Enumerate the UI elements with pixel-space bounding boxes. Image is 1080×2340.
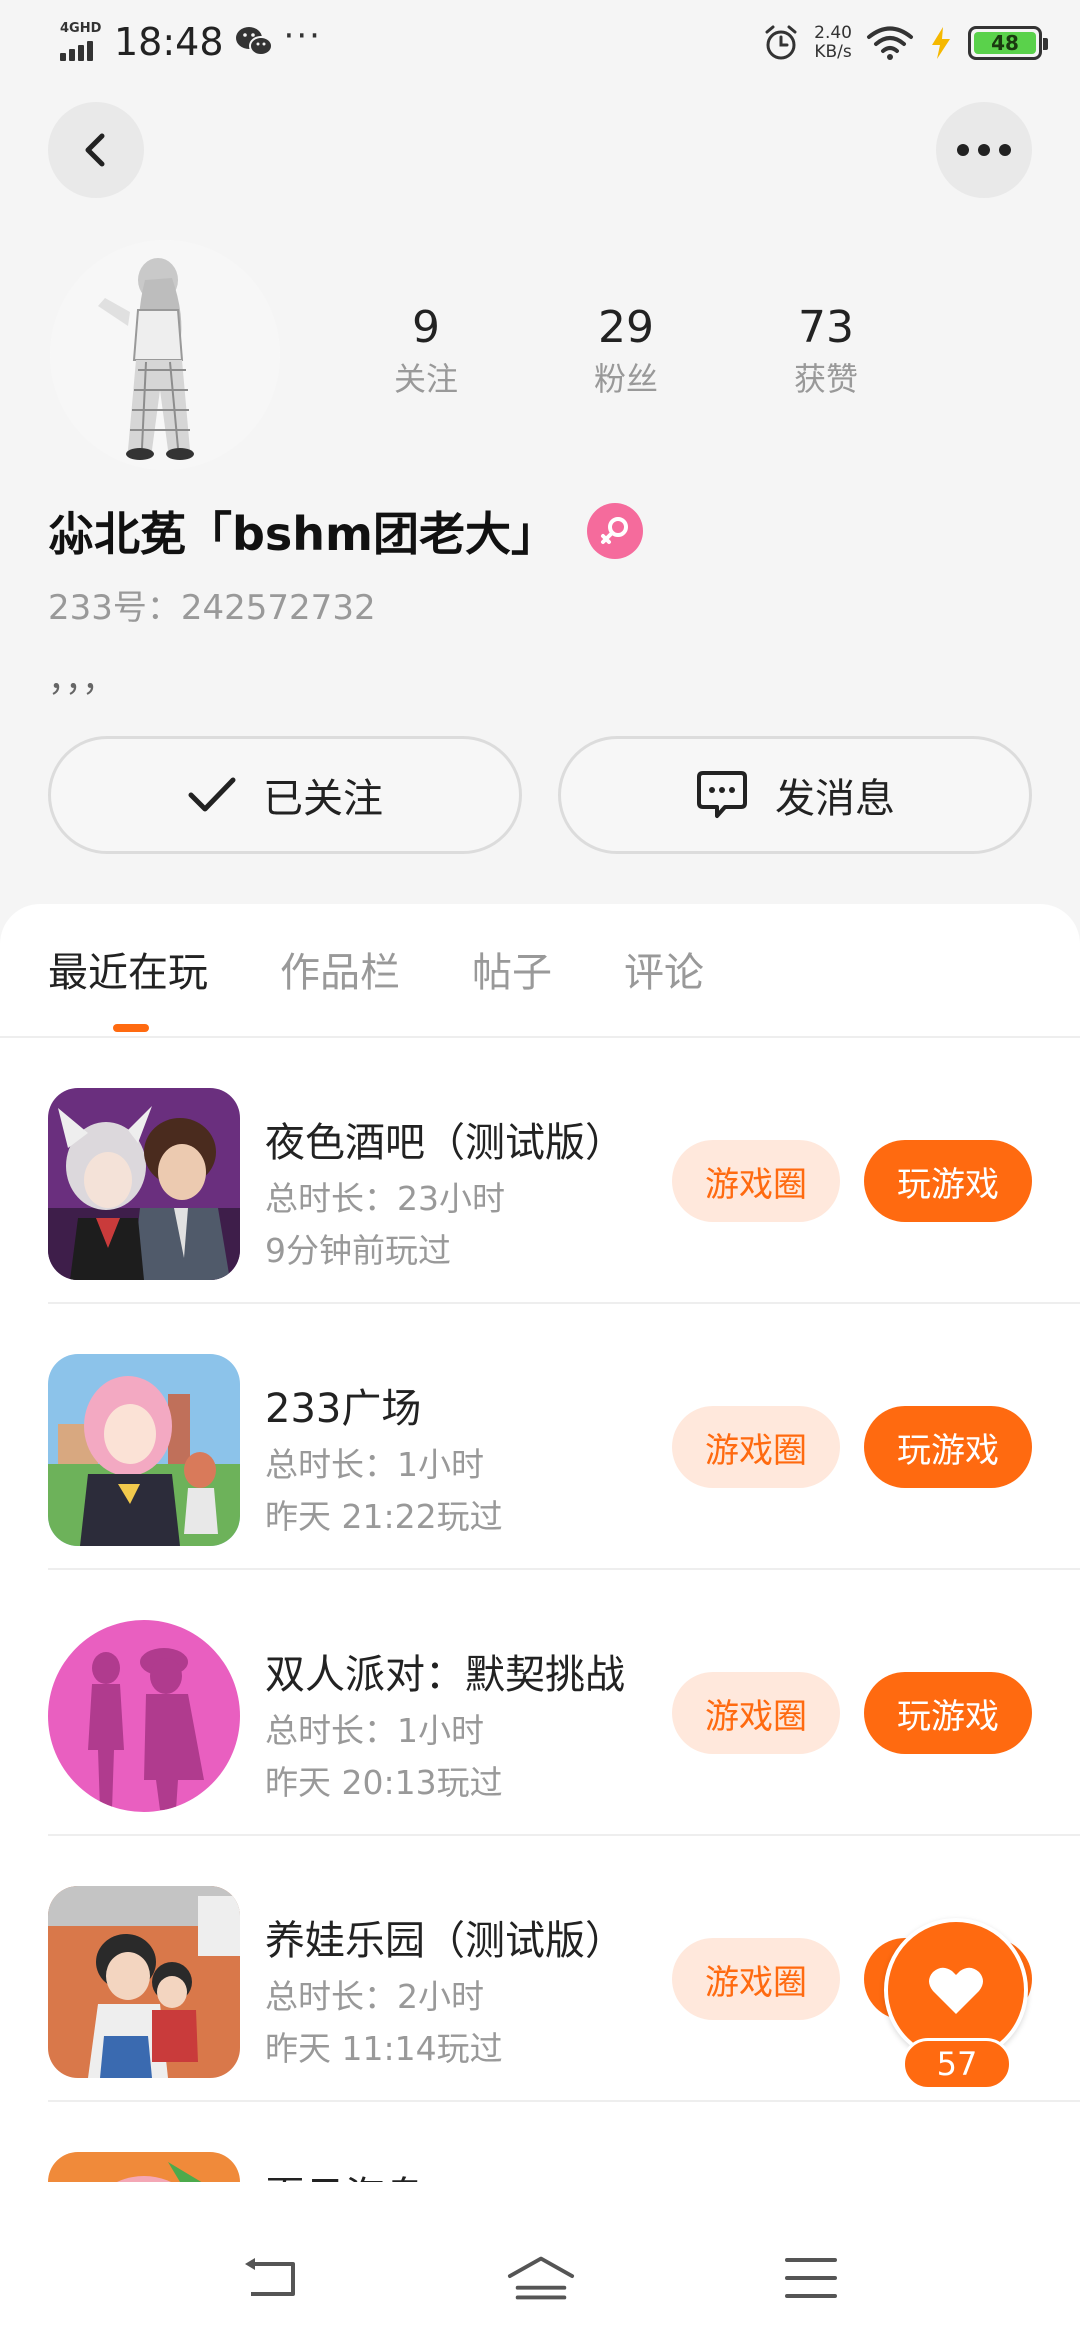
nav-home-button[interactable] xyxy=(506,2248,576,2308)
game-circle-button[interactable]: 游戏圈 xyxy=(672,1938,840,2020)
game-icon-image xyxy=(48,1088,240,1280)
alarm-icon xyxy=(765,25,797,60)
play-game-button[interactable]: 玩游戏 xyxy=(864,1406,1032,1488)
nav-back-button[interactable] xyxy=(234,2248,304,2308)
more-button[interactable] xyxy=(936,102,1032,198)
status-more-indicator: ··· xyxy=(283,16,322,56)
back-icon xyxy=(85,133,105,167)
nav-menu-button[interactable] xyxy=(776,2248,846,2308)
game-last-played: 昨天 21:22玩过 xyxy=(265,1497,503,1536)
wechat-icon xyxy=(235,27,273,56)
game-circle-button[interactable]: 游戏圈 xyxy=(672,1672,840,1754)
following-button[interactable]: 已关注 xyxy=(48,736,522,854)
game-icon-image xyxy=(48,1354,240,1546)
stat-likes[interactable]: 73 获赞 xyxy=(726,300,926,402)
game-name: 双人派对：默契挑战 xyxy=(265,1652,625,1698)
content-sheet: 最近在玩 作品栏 帖子 评论 夜色酒吧（测试版） 总时长：23小时 9分钟前玩过… xyxy=(0,904,1080,2340)
tab-indicator xyxy=(113,1024,149,1032)
tab-posts[interactable]: 帖子 xyxy=(472,940,552,998)
system-nav-bar xyxy=(0,2214,1080,2340)
stat-value: 73 xyxy=(798,302,854,353)
network-type: 4GHD xyxy=(60,21,102,36)
speed-value: 2.40 xyxy=(814,23,852,43)
game-last-played: 昨天 20:13玩过 xyxy=(265,1763,503,1802)
game-name: 养娃乐园（测试版） xyxy=(265,1918,625,1964)
stat-value: 29 xyxy=(598,302,654,353)
game-name: 233广场 xyxy=(265,1386,422,1432)
stat-following[interactable]: 9 关注 xyxy=(326,300,526,402)
list-item[interactable]: 233广场 总时长：1小时 昨天 21:22玩过 游戏圈 玩游戏 xyxy=(0,1304,1080,1570)
user-id: 233号：242572732 xyxy=(48,588,376,628)
list-item[interactable]: 夜色酒吧（测试版） 总时长：23小时 9分钟前玩过 游戏圈 玩游戏 xyxy=(0,1038,1080,1304)
list-item[interactable]: 夏日海岛 xyxy=(0,2102,1080,2182)
user-bio: ，，， xyxy=(48,660,116,700)
stat-followers[interactable]: 29 粉丝 xyxy=(526,300,726,402)
game-duration: 总时长：1小时 xyxy=(265,1711,484,1750)
nav-menu-icon xyxy=(785,2258,837,2298)
nav-back-icon xyxy=(245,2258,295,2296)
avatar[interactable] xyxy=(50,240,280,470)
game-name: 夏日海岛 xyxy=(265,2164,425,2182)
wifi-icon xyxy=(867,26,913,60)
tab-works[interactable]: 作品栏 xyxy=(280,940,400,998)
stat-label: 粉丝 xyxy=(593,360,658,398)
nav-home-icon xyxy=(507,2256,575,2300)
game-last-played: 昨天 11:14玩过 xyxy=(265,2029,503,2068)
game-name: 夜色酒吧（测试版） xyxy=(265,1120,625,1166)
game-last-played: 9分钟前玩过 xyxy=(265,1231,451,1270)
game-duration: 总时长：1小时 xyxy=(265,1445,484,1484)
speed-unit: KB/s xyxy=(814,42,852,62)
more-icon xyxy=(957,144,1011,156)
stat-label: 关注 xyxy=(393,360,458,398)
following-label: 已关注 xyxy=(263,776,383,822)
signal-icon: 4GHD xyxy=(58,21,104,63)
profile-stats: 9 关注 29 粉丝 73 获赞 xyxy=(326,300,926,402)
profile-tabs: 最近在玩 作品栏 帖子 评论 xyxy=(48,940,704,998)
network-speed: 2.40 KB/s xyxy=(814,24,852,62)
nickname-row: 尛北莬「bshm团老大」 xyxy=(48,498,643,564)
stat-label: 获赞 xyxy=(793,360,858,398)
chat-icon xyxy=(697,771,747,818)
avatar-image xyxy=(50,240,280,470)
game-icon-image xyxy=(48,2152,240,2182)
game-duration: 总时长：2小时 xyxy=(265,1977,484,2016)
status-time: 18:48 xyxy=(114,20,224,64)
send-message-label: 发消息 xyxy=(775,776,895,822)
list-item[interactable]: 双人派对：默契挑战 总时长：1小时 昨天 20:13玩过 游戏圈 玩游戏 xyxy=(0,1570,1080,1836)
battery-level: 48 xyxy=(974,31,1036,55)
play-game-button[interactable]: 玩游戏 xyxy=(864,1140,1032,1222)
battery-icon: 48 xyxy=(968,26,1048,60)
check-icon xyxy=(188,777,236,812)
status-bar: 4GHD 18:48 ··· 2.40 KB/s 48 xyxy=(0,0,1080,84)
like-count: 57 xyxy=(902,2038,1012,2090)
charging-icon xyxy=(932,27,950,59)
stat-value: 9 xyxy=(412,302,440,353)
send-message-button[interactable]: 发消息 xyxy=(558,736,1032,854)
female-icon xyxy=(587,503,643,559)
play-game-button[interactable]: 玩游戏 xyxy=(864,1672,1032,1754)
tab-comments[interactable]: 评论 xyxy=(624,940,704,998)
game-duration: 总时长：23小时 xyxy=(265,1179,505,1218)
heart-icon xyxy=(929,1967,983,2014)
nickname: 尛北莬「bshm团老大」 xyxy=(48,507,557,561)
back-button[interactable] xyxy=(48,102,144,198)
game-circle-button[interactable]: 游戏圈 xyxy=(672,1406,840,1488)
game-icon-image xyxy=(48,1886,240,2078)
tab-recent-games[interactable]: 最近在玩 xyxy=(48,940,208,998)
game-icon-image xyxy=(48,1620,240,1812)
game-circle-button[interactable]: 游戏圈 xyxy=(672,1140,840,1222)
